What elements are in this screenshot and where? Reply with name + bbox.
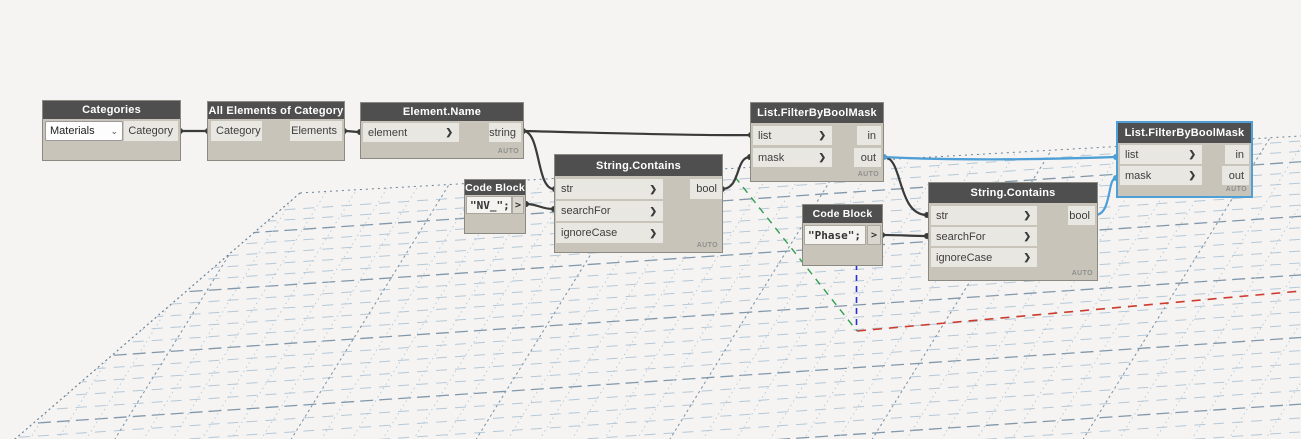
node-string-contains-1[interactable]: String.Contains str ❯ searchFor ❯ ignore… xyxy=(554,154,723,253)
lacing-indicator[interactable]: AUTO xyxy=(1072,270,1093,277)
node-list-filterbyboolmask-2[interactable]: List.FilterByBoolMask list ❯ mask ❯ in o… xyxy=(1116,121,1253,198)
node-title[interactable]: List.FilterByBoolMask xyxy=(1118,123,1251,143)
wire-codeblock1-to-searchfor[interactable] xyxy=(525,202,554,211)
node-title[interactable]: All Elements of Category xyxy=(208,102,344,119)
input-port-list[interactable]: list ❯ xyxy=(1120,145,1202,164)
input-port-searchfor[interactable]: searchFor ❯ xyxy=(931,227,1037,246)
chevron-right-icon: ❯ xyxy=(1023,231,1031,241)
node-title[interactable]: String.Contains xyxy=(929,183,1097,203)
dropdown-caret-icon[interactable]: ⌄ xyxy=(110,127,118,136)
input-port-category[interactable]: Category xyxy=(211,121,262,141)
dynamo-canvas[interactable]: Categories Materials ⌄ Category All Elem… xyxy=(0,0,1301,439)
node-string-contains-2[interactable]: String.Contains str ❯ searchFor ❯ ignore… xyxy=(928,182,1098,281)
node-title[interactable]: Code Block xyxy=(803,205,882,223)
code-block-output-port[interactable]: > xyxy=(512,196,524,214)
chevron-right-icon: ❯ xyxy=(649,227,657,238)
wire-filter1-out-to-contains2-str[interactable] xyxy=(883,155,928,217)
node-categories[interactable]: Categories Materials ⌄ Category xyxy=(42,100,181,161)
node-list-filterbyboolmask-1[interactable]: List.FilterByBoolMask list ❯ mask ❯ in o… xyxy=(750,102,884,182)
chevron-right-icon: ❯ xyxy=(1023,252,1031,262)
input-port-str[interactable]: str ❯ xyxy=(931,206,1037,225)
chevron-right-icon: ❯ xyxy=(445,127,453,137)
node-code-block-phase[interactable]: Code Block "Phase"; > xyxy=(802,204,883,266)
wire-contains1-bool-to-mask[interactable] xyxy=(721,155,751,191)
wire-codeblock2-to-searchfor[interactable] xyxy=(881,233,928,238)
output-port-out[interactable]: out xyxy=(1222,166,1249,185)
node-title[interactable]: String.Contains xyxy=(555,155,722,176)
output-port-in[interactable]: in xyxy=(857,126,881,145)
output-port-in[interactable]: in xyxy=(1225,145,1249,164)
wire-elementname-to-contains-str[interactable] xyxy=(522,129,555,191)
code-block-expression[interactable]: "Phase"; xyxy=(804,225,866,245)
output-port-bool[interactable]: bool xyxy=(1068,206,1095,225)
output-port-elements[interactable]: Elements xyxy=(290,121,342,141)
node-title[interactable]: Categories xyxy=(43,101,180,119)
chevron-right-icon: ❯ xyxy=(1023,210,1031,220)
input-port-ignorecase[interactable]: ignoreCase ❯ xyxy=(931,248,1037,267)
input-port-list[interactable]: list ❯ xyxy=(753,126,832,145)
input-port-mask[interactable]: mask ❯ xyxy=(1120,166,1202,185)
chevron-right-icon: ❯ xyxy=(818,130,826,140)
chevron-right-icon: ❯ xyxy=(649,183,657,194)
wire-elementname-to-filterlist[interactable] xyxy=(522,129,752,137)
input-port-ignorecase[interactable]: ignoreCase ❯ xyxy=(556,223,663,243)
code-block-expression[interactable]: "NV_"; xyxy=(466,196,512,214)
wire-contains2-bool-to-filter2-mask[interactable] xyxy=(1094,176,1117,217)
lacing-indicator[interactable]: AUTO xyxy=(858,171,879,178)
node-element-name[interactable]: Element.Name element ❯ string AUTO xyxy=(360,102,524,159)
chevron-right-icon: ❯ xyxy=(1188,170,1196,180)
node-title[interactable]: Element.Name xyxy=(361,103,523,121)
node-all-elements-of-category[interactable]: All Elements of Category Category Elemen… xyxy=(207,101,345,161)
node-title[interactable]: Code Block xyxy=(465,180,525,195)
code-block-output-port[interactable]: > xyxy=(867,225,881,245)
chevron-right-icon: ❯ xyxy=(1188,149,1196,159)
output-port-string[interactable]: string xyxy=(489,123,521,142)
category-dropdown[interactable]: Materials ⌄ xyxy=(45,121,123,141)
input-port-mask[interactable]: mask ❯ xyxy=(753,148,832,167)
input-port-searchfor[interactable]: searchFor ❯ xyxy=(556,201,663,221)
lacing-indicator[interactable]: AUTO xyxy=(498,148,519,155)
chevron-right-icon: ❯ xyxy=(818,152,826,162)
input-port-element[interactable]: element ❯ xyxy=(363,123,459,142)
dropdown-value: Materials xyxy=(50,125,95,137)
chevron-right-icon: ❯ xyxy=(649,205,657,216)
output-port-category[interactable]: Category xyxy=(124,121,178,141)
lacing-indicator[interactable]: AUTO xyxy=(697,242,718,249)
lacing-indicator[interactable]: AUTO xyxy=(1226,186,1247,193)
output-port-out[interactable]: out xyxy=(854,148,881,167)
output-port-bool[interactable]: bool xyxy=(690,179,722,199)
node-code-block-nv[interactable]: Code Block "NV_"; > xyxy=(464,179,526,234)
node-title[interactable]: List.FilterByBoolMask xyxy=(751,103,883,123)
input-port-str[interactable]: str ❯ xyxy=(556,179,663,199)
wire-filter1-out-to-filter2-list[interactable] xyxy=(883,155,1117,161)
